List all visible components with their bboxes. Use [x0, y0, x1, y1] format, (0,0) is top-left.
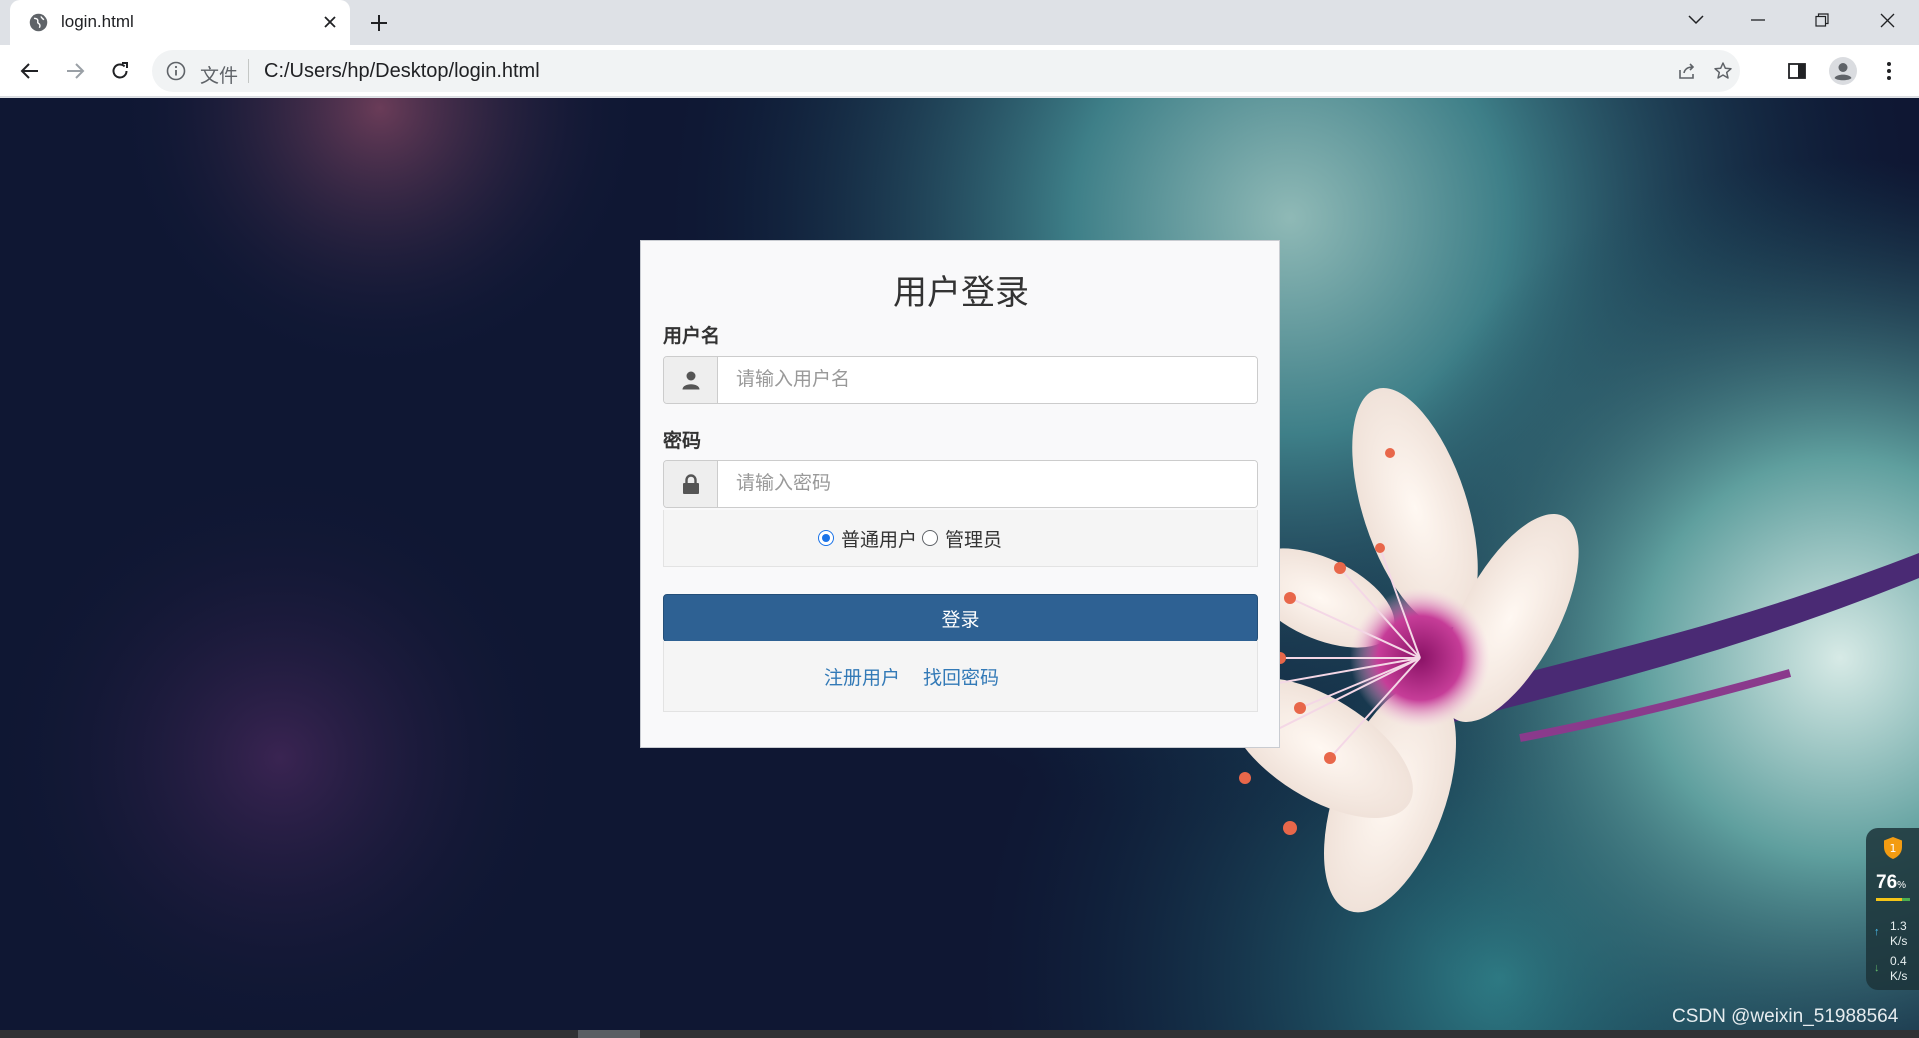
restore-icon — [1815, 13, 1829, 27]
radio-admin-label[interactable]: 管理员 — [945, 525, 1002, 552]
page-title: 用户登录 — [893, 274, 1029, 312]
share-icon — [1679, 63, 1695, 79]
cpu-percent: 76% — [1876, 872, 1906, 894]
upload-speed-value: 1.3 — [1890, 919, 1907, 933]
tab-search-button[interactable] — [1664, 0, 1728, 40]
info-icon[interactable] — [166, 61, 186, 81]
reload-icon — [112, 62, 128, 79]
password-addon — [664, 461, 718, 507]
forgot-password-link[interactable]: 找回密码 — [923, 663, 999, 690]
register-link[interactable]: 注册用户 — [824, 663, 900, 690]
download-speed: 0.4 K/s — [1890, 954, 1907, 984]
upload-speed: 1.3 K/s — [1890, 919, 1907, 949]
system-monitor-widget[interactable]: 1 76% ↑ 1.3 K/s ↓ 0.4 K/s — [1866, 828, 1919, 990]
address-scheme-label: 文件 — [200, 66, 239, 87]
close-icon — [1880, 13, 1894, 27]
side-panel-button[interactable] — [1780, 54, 1814, 88]
side-panel-icon — [1788, 63, 1806, 79]
cpu-bar — [1876, 898, 1910, 901]
reload-button[interactable] — [103, 54, 137, 88]
plus-icon — [371, 15, 387, 31]
star-icon — [1714, 62, 1732, 79]
cpu-percent-value: 76 — [1876, 872, 1898, 893]
back-button[interactable] — [13, 54, 47, 88]
address-bar[interactable]: 文件 C:/Users/hp/Desktop/login.html — [152, 50, 1740, 92]
tab-close-button[interactable] — [317, 9, 343, 35]
lock-icon — [682, 474, 699, 494]
close-icon — [324, 16, 336, 28]
more-vertical-icon — [1887, 62, 1891, 80]
minimize-button[interactable] — [1726, 0, 1790, 40]
browser-toolbar: 文件 C:/Users/hp/Desktop/login.html — [0, 45, 1919, 97]
password-label: 密码 — [663, 431, 702, 452]
globe-icon — [29, 13, 48, 32]
address-divider — [248, 59, 249, 83]
radio-admin[interactable] — [922, 530, 938, 546]
chevron-down-icon — [1688, 15, 1704, 25]
forward-arrow-icon — [67, 63, 85, 79]
username-input[interactable] — [719, 357, 1257, 403]
radio-normal-user[interactable] — [818, 530, 834, 546]
download-speed-value: 0.4 — [1890, 954, 1907, 968]
back-arrow-icon — [20, 63, 38, 79]
login-button[interactable]: 登录 — [663, 594, 1258, 642]
taskbar-indicator — [578, 1030, 640, 1038]
cpu-percent-unit: % — [1897, 880, 1907, 891]
menu-button[interactable] — [1872, 54, 1906, 88]
tab-strip: login.html — [0, 0, 1919, 45]
password-group — [663, 460, 1258, 508]
links-area: 注册用户 找回密码 — [663, 641, 1258, 712]
window-close-button[interactable] — [1855, 0, 1919, 40]
page-viewport: 用户登录 用户名 密码 普通用户 — [0, 98, 1919, 1038]
watermark: CSDN @weixin_51988564 — [1672, 1006, 1899, 1027]
username-addon — [664, 357, 718, 403]
tab-title: login.html — [61, 12, 134, 31]
password-input[interactable] — [719, 461, 1257, 507]
taskbar-strip — [0, 1030, 1919, 1038]
new-tab-button[interactable] — [364, 8, 394, 38]
profile-button[interactable] — [1826, 54, 1860, 88]
radio-normal-user-label[interactable]: 普通用户 — [841, 525, 917, 552]
forward-button[interactable] — [58, 54, 92, 88]
shield-count: 1 — [1890, 842, 1897, 855]
share-button[interactable] — [1670, 54, 1704, 88]
username-label: 用户名 — [663, 326, 721, 347]
shield-icon: 1 — [1884, 837, 1902, 859]
avatar-icon — [1829, 57, 1857, 85]
role-selector: 普通用户 管理员 — [663, 510, 1258, 567]
username-group — [663, 356, 1258, 404]
address-url[interactable]: C:/Users/hp/Desktop/login.html — [264, 60, 540, 83]
user-icon — [682, 371, 699, 390]
login-panel: 用户登录 用户名 密码 普通用户 — [640, 240, 1280, 748]
download-speed-unit: K/s — [1890, 969, 1908, 983]
up-arrow-icon: ↑ — [1874, 926, 1880, 938]
minimize-icon — [1751, 19, 1765, 21]
tab-login[interactable]: login.html — [10, 0, 350, 45]
down-arrow-icon: ↓ — [1874, 962, 1880, 974]
cpu-bar-fill — [1876, 898, 1902, 901]
upload-speed-unit: K/s — [1890, 934, 1908, 948]
bookmark-button[interactable] — [1706, 54, 1740, 88]
restore-button[interactable] — [1790, 0, 1854, 40]
